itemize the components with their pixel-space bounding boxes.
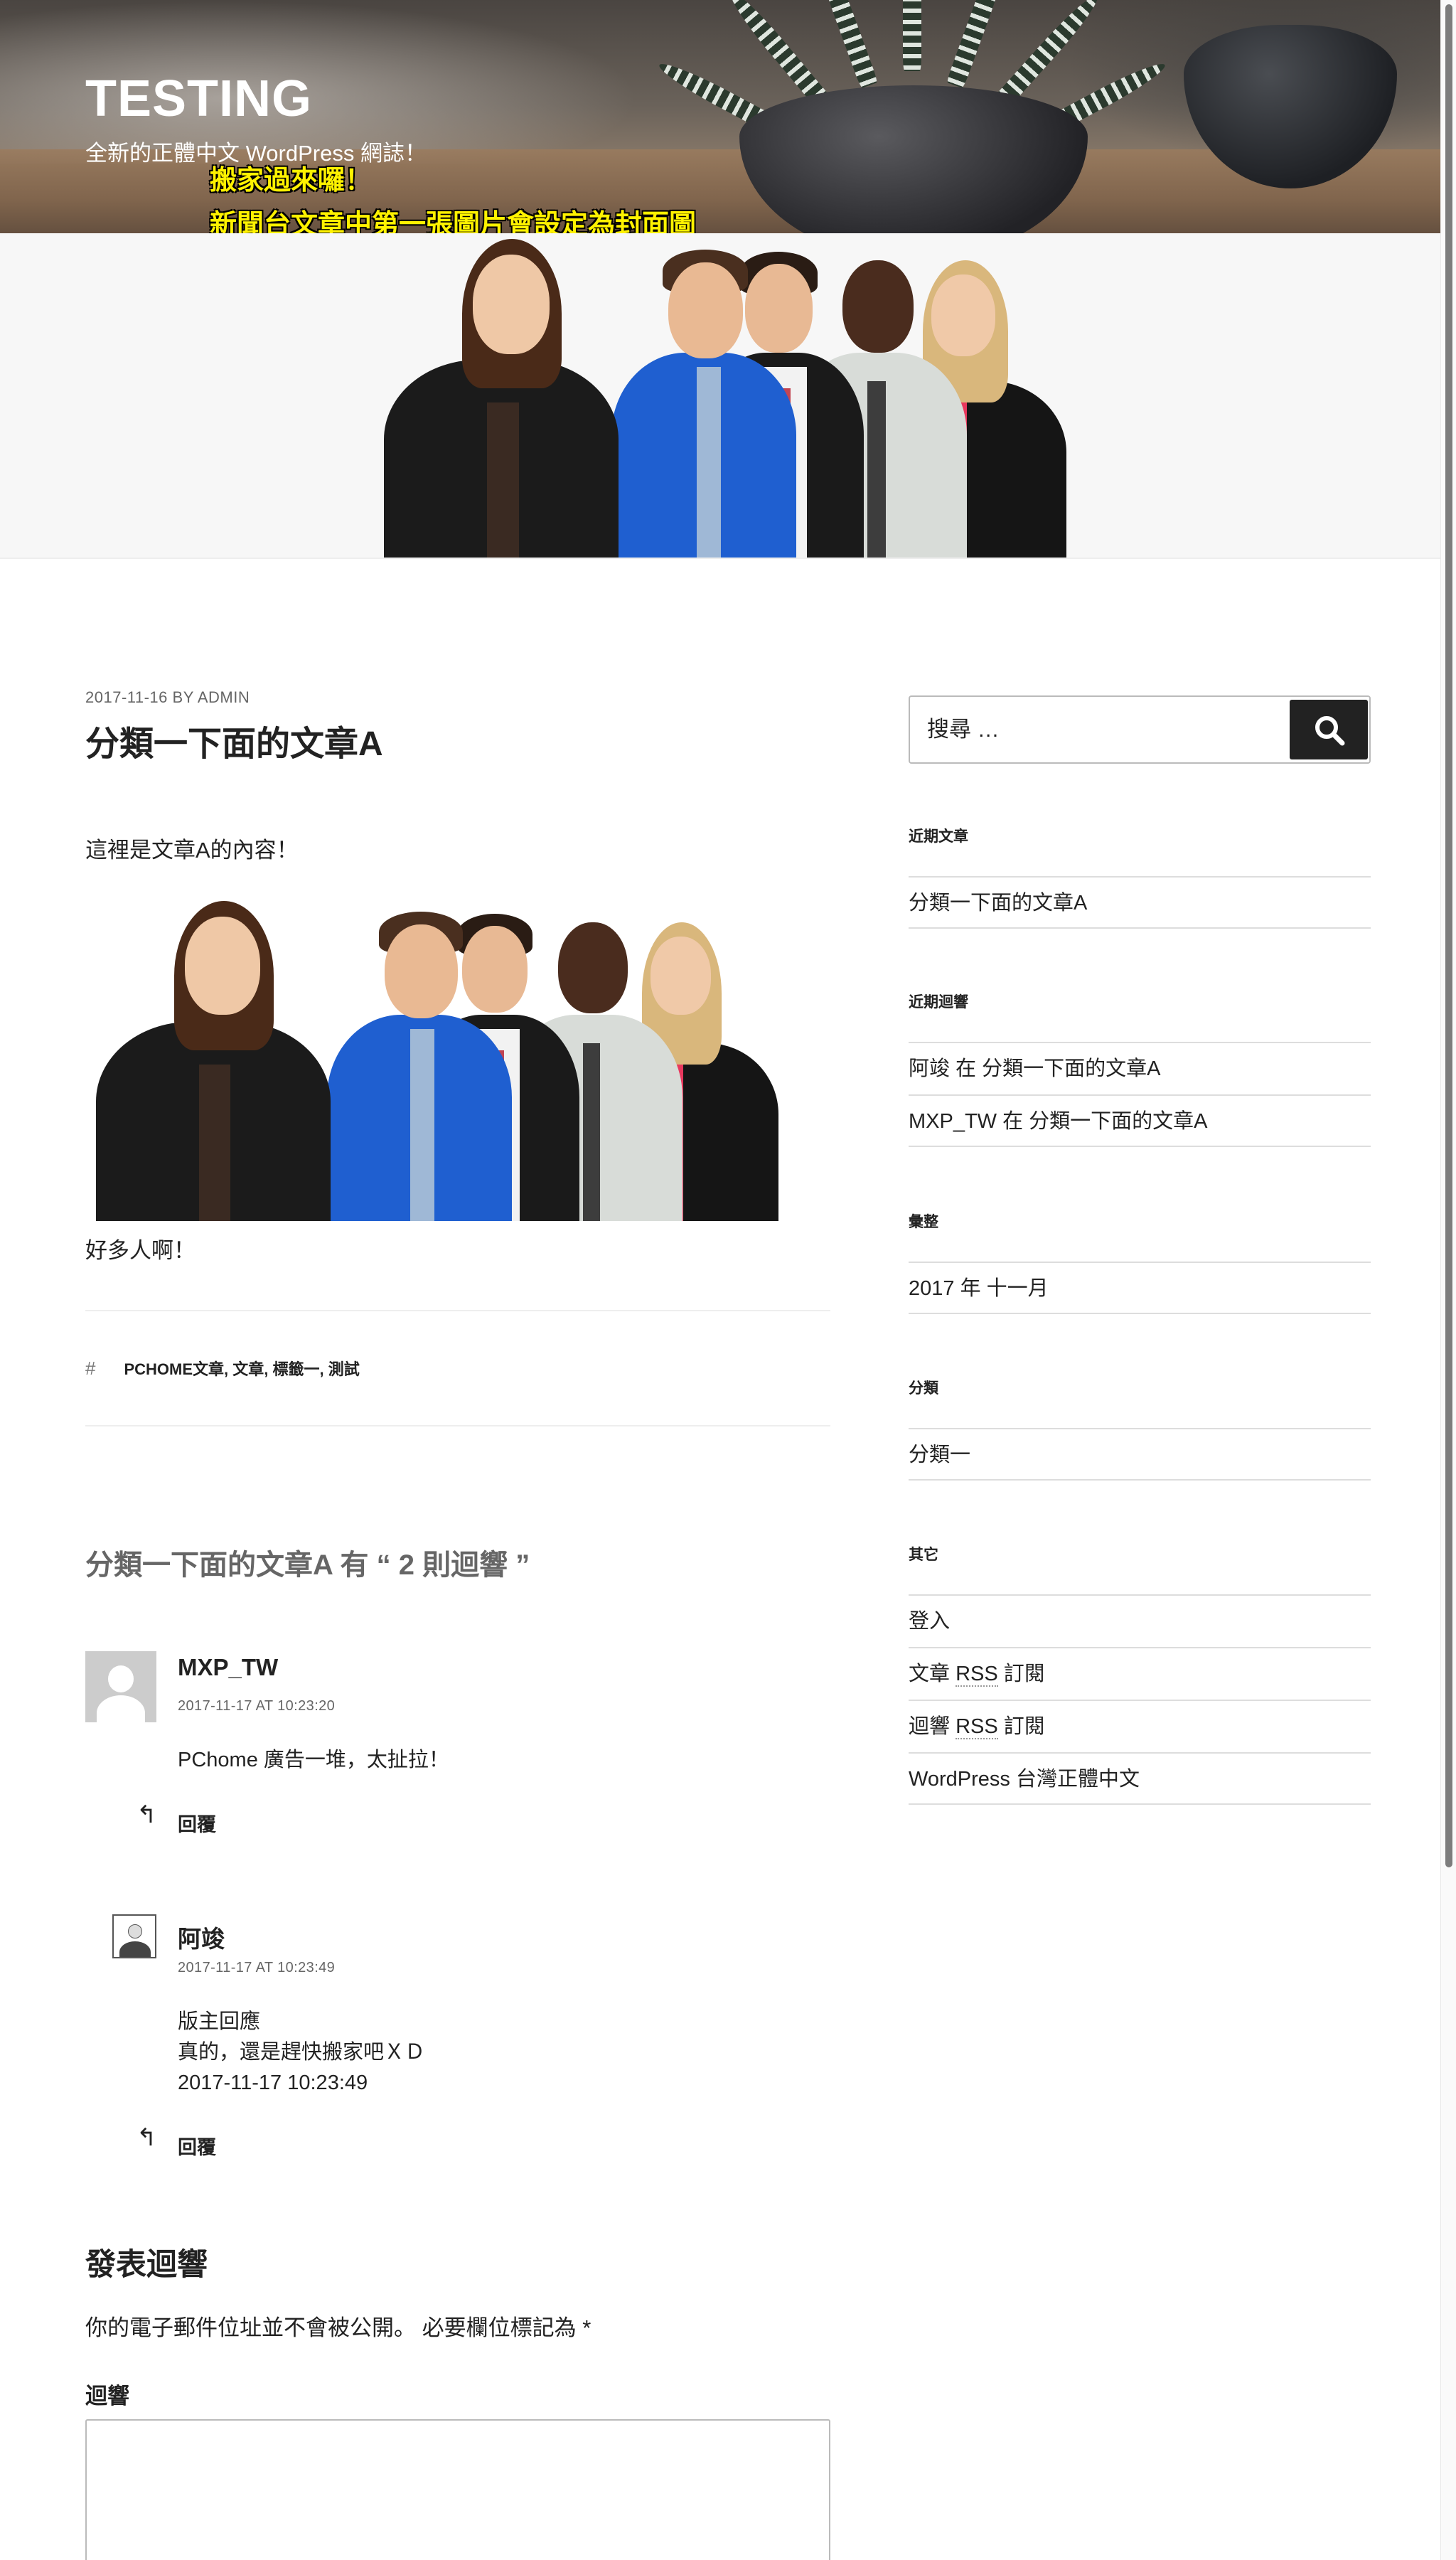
comments-rss-link[interactable]: 迴響 RSS 訂閱	[909, 1700, 1371, 1752]
archives-list: 2017 年 十一月	[909, 1262, 1371, 1314]
scrollbar-thumb[interactable]	[1445, 4, 1452, 1867]
widget-title-recent-posts: 近期文章	[909, 828, 968, 845]
comment-text: 版主回應 真的，還是趕快搬家吧ＸＤ 2017-11-17 10:23:49	[178, 2010, 426, 2094]
header-hero-image: TESTING 全新的正體中文 WordPress 網誌！	[0, 0, 1440, 233]
comment-author: MXP_TW	[178, 1654, 279, 1680]
plant-pot-image	[739, 85, 1088, 233]
recent-post-link[interactable]: 分類一下面的文章A	[909, 876, 1371, 929]
notice-line-1: 搬家過來囉！	[210, 166, 373, 196]
avatar	[112, 1914, 156, 1958]
reply-button[interactable]: 回覆	[178, 2132, 216, 2160]
comment-text: PChome 廣告一堆，太扯拉！	[178, 1749, 449, 1771]
search-input[interactable]	[910, 697, 1287, 762]
entries-rss-link[interactable]: 文章 RSS 訂閱	[909, 1647, 1371, 1700]
hashtag-icon: #	[85, 1358, 96, 1379]
header-banner-image	[0, 233, 1440, 559]
divider	[85, 1310, 830, 1311]
respond-title: 發表迴響	[85, 2248, 208, 2282]
business-people-image	[96, 897, 786, 1221]
post-content-outro: 好多人啊！	[85, 1238, 196, 1263]
category-link[interactable]: 分類一	[909, 1428, 1371, 1481]
recent-posts-list: 分類一下面的文章A	[909, 876, 1371, 929]
categories-list: 分類一	[909, 1428, 1371, 1481]
recent-comments-list: 阿竣 在 分類一下面的文章A MXP_TW 在 分類一下面的文章A	[909, 1042, 1371, 1147]
post-meta[interactable]: 2017-11-16 BY ADMIN	[85, 688, 250, 707]
comments-title: 分類一下面的文章A 有 “ 2 則迴響 ”	[85, 1550, 530, 1581]
widget-title-categories: 分類	[909, 1380, 938, 1397]
divider	[85, 1425, 830, 1426]
wordpress-org-link[interactable]: WordPress 台灣正體中文	[909, 1752, 1371, 1805]
widget-title-recent-comments: 近期迴響	[909, 994, 968, 1010]
widget-title-archives: 彙整	[909, 1214, 938, 1230]
recent-comment-link[interactable]: MXP_TW 在 分類一下面的文章A	[909, 1094, 1371, 1147]
reply-button[interactable]: 回覆	[178, 1809, 216, 1837]
search-form	[909, 695, 1371, 764]
comment-author: 阿竣	[178, 1926, 225, 1952]
post-title: 分類一下面的文章A	[85, 725, 383, 763]
comment-textarea[interactable]	[85, 2419, 830, 2560]
post-tags: # PCHOME文章, 文章, 標籤一, 測試	[85, 1357, 360, 1380]
reply-icon[interactable]: ↰	[136, 2123, 157, 2152]
reply-icon[interactable]: ↰	[136, 1801, 157, 1829]
archive-link[interactable]: 2017 年 十一月	[909, 1262, 1371, 1314]
post-content-intro: 這裡是文章A的內容！	[85, 838, 299, 863]
avatar	[85, 1651, 156, 1722]
comment-notes: 你的電子郵件位址並不會被公開。 必要欄位標記為 *	[85, 2315, 592, 2340]
tag-links[interactable]: PCHOME文章, 文章, 標籤一, 測試	[124, 1360, 359, 1378]
login-link[interactable]: 登入	[909, 1594, 1371, 1647]
comment-date[interactable]: 2017-11-17 AT 10:23:20	[178, 1698, 335, 1714]
search-button[interactable]	[1290, 700, 1368, 759]
search-icon	[1315, 716, 1345, 746]
recent-comment-link[interactable]: 阿竣 在 分類一下面的文章A	[909, 1042, 1371, 1094]
meta-list: 登入 文章 RSS 訂閱 迴響 RSS 訂閱 WordPress 台灣正體中文	[909, 1594, 1371, 1805]
post-image	[85, 897, 796, 1221]
scrollbar[interactable]	[1440, 0, 1456, 2560]
site-title[interactable]: TESTING	[85, 70, 312, 128]
widget-title-meta: 其它	[909, 1547, 938, 1563]
comment-field-label: 迴響	[85, 2384, 129, 2409]
business-people-image	[384, 233, 1081, 558]
comment-date[interactable]: 2017-11-17 AT 10:23:49	[178, 1960, 335, 1976]
